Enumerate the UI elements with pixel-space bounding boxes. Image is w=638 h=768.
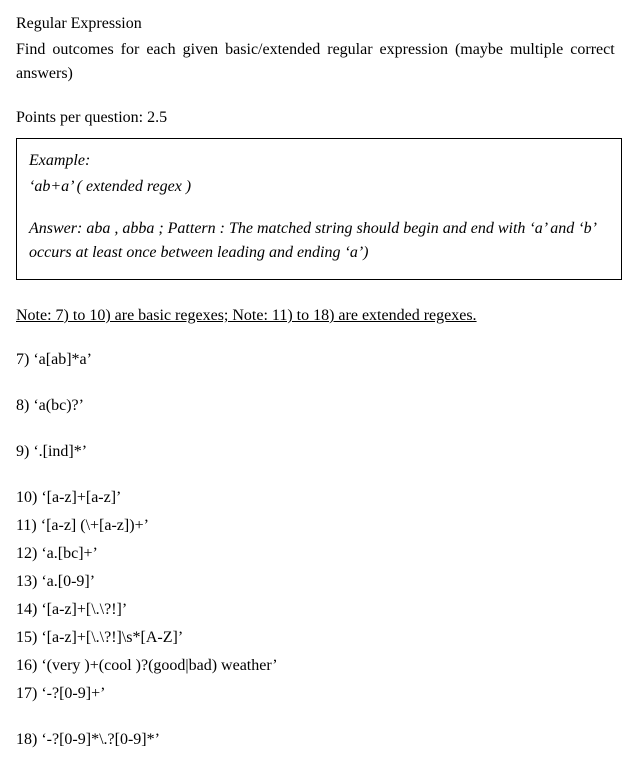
question-12: 12) ‘a.[bc]+’ [16,542,622,566]
example-box: Example: ‘ab+a’ ( extended regex ) Answe… [16,138,622,280]
page-title: Regular Expression [16,12,622,36]
question-18: 18) ‘-?[0-9]*\.?[0-9]*’ [16,728,622,752]
example-label: Example: [29,149,609,173]
question-11: 11) ‘[a-z] (\+[a-z])+’ [16,514,622,538]
example-regex: ‘ab+a’ ( extended regex ) [29,175,609,199]
question-13: 13) ‘a.[0-9]’ [16,570,622,594]
question-list: 7) ‘a[ab]*a’ 8) ‘a(bc)?’ 9) ‘.[ind]*’ 10… [16,348,622,752]
question-16: 16) ‘(very )+(cool )?(good|bad) weather’ [16,654,622,678]
question-14: 14) ‘[a-z]+[\.\?!]’ [16,598,622,622]
example-answer: Answer: aba , abba ; Pattern : The match… [29,217,609,265]
points-per-question: Points per question: 2.5 [16,106,622,130]
instructions-text: Find outcomes for each given basic/exten… [16,38,622,86]
question-9: 9) ‘.[ind]*’ [16,440,622,464]
note-line: Note: 7) to 10) are basic regexes; Note:… [16,304,622,328]
question-8: 8) ‘a(bc)?’ [16,394,622,418]
question-17: 17) ‘-?[0-9]+’ [16,682,622,706]
question-15: 15) ‘[a-z]+[\.\?!]\s*[A-Z]’ [16,626,622,650]
question-7: 7) ‘a[ab]*a’ [16,348,622,372]
question-10: 10) ‘[a-z]+[a-z]’ [16,486,622,510]
